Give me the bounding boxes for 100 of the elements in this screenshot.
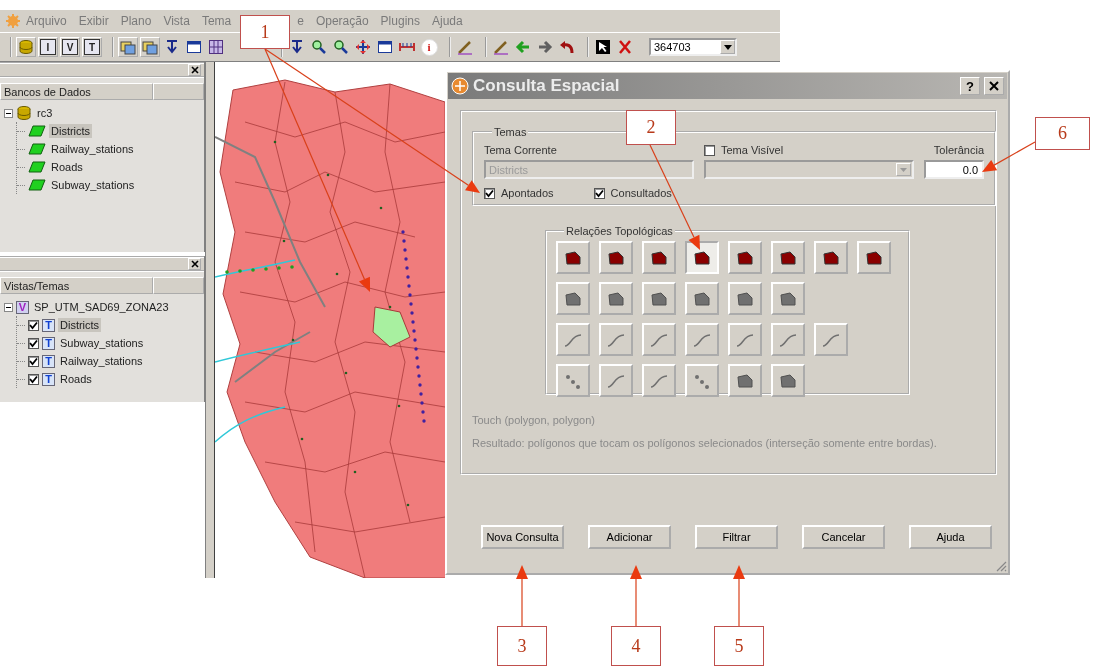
app-logo-icon [6,14,20,28]
dialog-title: Consulta Espacial [473,76,621,96]
polygon-icon [778,371,798,390]
checkbox[interactable] [28,337,39,349]
column-header [153,277,204,294]
pencil-icon [493,39,509,55]
relation-name: Touch (polygon, polygon) [472,413,596,428]
column-header [153,83,204,100]
window-icon [377,39,393,55]
callout-label: 1 [240,15,290,49]
checkbox[interactable] [28,373,39,385]
layers-icon [120,39,136,55]
close-icon [190,66,199,74]
tree-item[interactable]: Roads [58,372,94,386]
tree-item[interactable]: Subway_stations [58,336,146,350]
grid-icon [208,39,224,55]
toolbar-button[interactable] [593,37,613,57]
column-header: Vistas/Temas [0,277,153,294]
callout-label: 4 [611,626,661,666]
database-icon [16,105,32,121]
polygon-icon [735,248,755,267]
close-button[interactable] [188,64,201,76]
tree-item[interactable]: Subway_stations [49,178,137,192]
field-label: Tolerância [932,144,984,156]
relation-button[interactable] [642,241,676,274]
dialog-button[interactable]: Adicionar [588,525,671,549]
relation-button[interactable] [599,241,633,274]
collapse-icon[interactable] [4,108,13,118]
cursor-icon [595,39,611,55]
callout-arrow [733,565,745,627]
tree-item[interactable]: Districts [58,318,102,332]
polygon-icon [649,248,669,267]
tree-item[interactable]: SP_UTM_SAD69_ZONA23 [32,300,171,314]
splitter[interactable] [205,62,215,578]
relation-button[interactable] [728,241,762,274]
group-title: Relações Topológicas [565,225,674,237]
close-button[interactable] [188,258,201,270]
checkbox[interactable] [484,187,495,199]
app-logo-icon [451,77,469,95]
info-button[interactable]: i [419,37,439,57]
layers-icon [142,39,158,55]
theme-icon: T [42,318,55,332]
polygon-icon [28,179,46,191]
relation-button[interactable] [556,241,590,274]
magnifier-icon [311,39,327,55]
polygon-icon [28,143,46,155]
dialog-button[interactable]: Ajuda [909,525,992,549]
relation-button[interactable] [771,241,805,274]
polygon-icon [606,289,626,308]
tree-item[interactable]: Roads [49,160,85,174]
theme-icon: T [42,336,55,350]
polygon-icon [563,289,583,308]
tree-item[interactable]: Districts [49,124,93,138]
tree-item[interactable]: rc3 [35,106,55,120]
resize-grip-icon [995,560,1007,572]
toolbar-button[interactable] [206,37,226,57]
undo-icon [559,39,575,55]
callout-arrow [630,565,642,627]
toolbar-button[interactable]: T [82,37,102,57]
zoom-combo[interactable]: 364703 [649,38,737,56]
polygon-icon [735,371,755,390]
callout-arrow [982,141,1036,172]
pencil-icon [457,39,473,55]
checkbox[interactable] [704,144,715,156]
dialog-button[interactable]: Nova Consulta [481,525,564,549]
database-icon [18,39,34,55]
relation-button[interactable] [685,241,719,274]
polygon-icon [563,248,583,267]
dialog-button[interactable]: Filtrar [695,525,778,549]
group-title: Temas [493,126,528,138]
cross-icon [617,39,633,55]
checkbox-label: Apontados [501,187,554,199]
checkbox[interactable] [28,355,39,367]
relation-button[interactable] [814,241,848,274]
toolbar-button[interactable] [353,37,373,57]
polygon-icon [692,289,712,308]
theme-icon: T [42,354,55,368]
polygon-icon [606,248,626,267]
polygon-icon [864,248,884,267]
callout-label: 3 [497,626,547,666]
arrow-icon [515,39,531,55]
checkbox-label: Consultados [610,187,672,199]
checkbox[interactable] [593,187,605,199]
polygon-icon [28,161,46,173]
relation-button[interactable] [857,241,891,274]
result-description: Resultado: polígonos que tocam os polígonos selecionados (interseção somente entre bordas). [472,436,938,451]
field-label: Tema Corrente [484,144,558,156]
input-field[interactable]: 0.0 [924,160,984,179]
dialog-button[interactable]: Cancelar [802,525,885,549]
polygon-icon [692,248,712,267]
tree-item[interactable]: Railway_stations [58,354,145,368]
help-button[interactable]: ? [960,77,980,95]
collapse-icon[interactable] [4,302,13,312]
callout-label: 2 [626,110,676,145]
toolbar-button[interactable]: I [38,37,58,57]
tree-item[interactable]: Railway_stations [49,142,136,156]
checkbox[interactable] [28,319,39,331]
toolbar-button[interactable]: V [60,37,80,57]
close-button[interactable] [984,77,1004,95]
polygon-icon [778,289,798,308]
